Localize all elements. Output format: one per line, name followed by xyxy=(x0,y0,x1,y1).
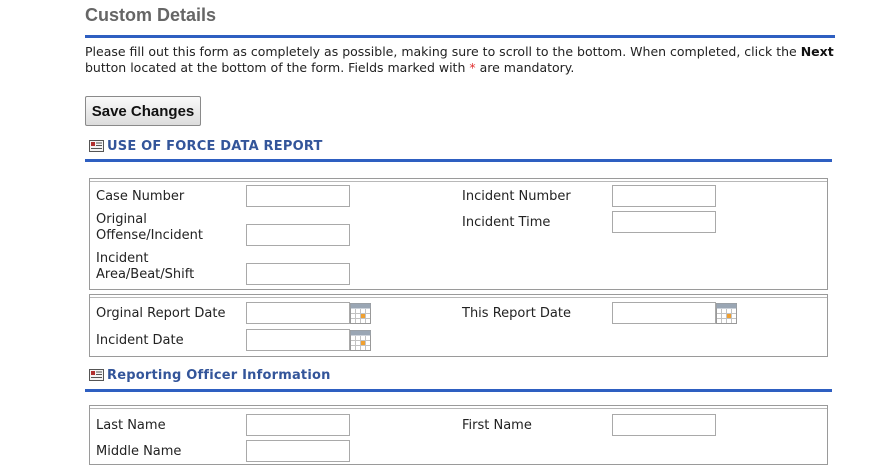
form-icon xyxy=(89,140,104,152)
last-name-label: Last Name xyxy=(96,418,166,433)
orginal-report-date-input[interactable] xyxy=(246,302,350,324)
section-divider xyxy=(85,159,832,162)
first-name-input[interactable] xyxy=(612,414,716,436)
instructions-text-3: are mandatory. xyxy=(475,60,575,75)
incident-area-label: Incident Area/Beat/Shift xyxy=(96,251,195,282)
orginal-report-date-label: Orginal Report Date xyxy=(96,306,226,321)
calendar-icon[interactable] xyxy=(350,303,371,324)
section-header-reporting-officer: Reporting Officer Information xyxy=(89,366,331,384)
section-divider xyxy=(85,389,832,392)
first-name-label: First Name xyxy=(462,418,532,433)
this-report-date-input[interactable] xyxy=(612,302,716,324)
incident-time-label: Incident Time xyxy=(462,215,551,230)
officer-name-group: Last Name First Name Middle Name xyxy=(89,405,828,465)
save-changes-button[interactable]: Save Changes xyxy=(85,96,201,126)
instructions-next-word: Next xyxy=(800,44,834,59)
title-divider xyxy=(85,35,835,38)
section-title-reporting-officer: Reporting Officer Information xyxy=(107,367,331,383)
incident-date-input[interactable] xyxy=(246,329,350,351)
middle-name-label: Middle Name xyxy=(96,444,182,459)
incident-area-input[interactable] xyxy=(246,263,350,285)
this-report-date-label: This Report Date xyxy=(462,306,571,321)
incident-number-input[interactable] xyxy=(612,185,716,207)
incident-number-label: Incident Number xyxy=(462,189,571,204)
original-offense-input[interactable] xyxy=(246,224,350,246)
section-title-use-of-force: USE OF FORCE DATA REPORT xyxy=(107,138,323,154)
instructions-text-1: Please fill out this form as completely … xyxy=(85,44,801,59)
form-icon xyxy=(89,369,104,381)
incident-date-label: Incident Date xyxy=(96,333,184,348)
section-header-use-of-force: USE OF FORCE DATA REPORT xyxy=(89,137,323,155)
incident-time-input[interactable] xyxy=(612,211,716,233)
report-dates-group: Orginal Report Date This Report Date Inc… xyxy=(89,294,828,357)
calendar-icon[interactable] xyxy=(716,303,737,324)
last-name-input[interactable] xyxy=(246,414,350,436)
calendar-icon[interactable] xyxy=(350,330,371,351)
case-number-input[interactable] xyxy=(246,185,350,207)
form-instructions: Please fill out this form as completely … xyxy=(85,44,837,76)
case-number-label: Case Number xyxy=(96,189,185,204)
page-title: Custom Details xyxy=(85,5,217,25)
instructions-text-2: button located at the bottom of the form… xyxy=(85,60,470,75)
middle-name-input[interactable] xyxy=(246,440,350,462)
original-offense-label: Original Offense/Incident xyxy=(96,212,203,243)
incident-details-group: Case Number Incident Number Original Off… xyxy=(89,178,828,290)
